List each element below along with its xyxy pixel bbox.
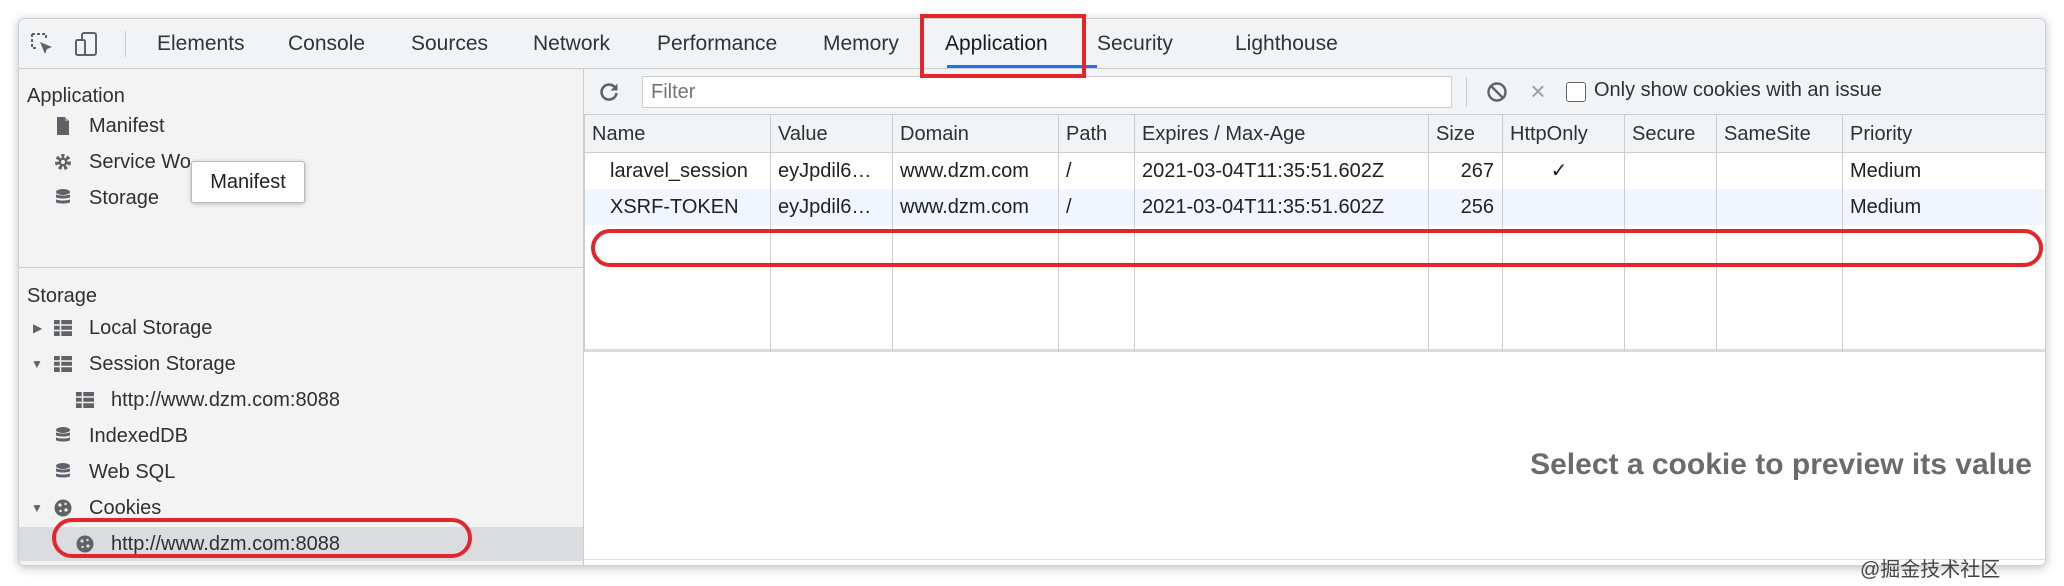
cell-path: / (1066, 160, 1072, 182)
inspect-element-icon[interactable] (29, 31, 55, 57)
collapse-arrow-icon[interactable]: ▼ (31, 491, 43, 525)
column-header-name[interactable]: Name (592, 115, 645, 153)
sidebar-item-label: Web SQL (89, 461, 176, 483)
table-row[interactable]: laravel_session eyJpdil6… www.dzm.com / … (584, 153, 2045, 189)
column-header-httponly[interactable]: HttpOnly (1510, 115, 1588, 153)
column-divider (584, 115, 585, 352)
tab-sources[interactable]: Sources (411, 19, 488, 69)
tab-security[interactable]: Security (1097, 19, 1173, 69)
toolbar-separator (125, 31, 126, 57)
sidebar-item-web-sql[interactable]: Web SQL (19, 455, 583, 489)
column-header-path[interactable]: Path (1066, 115, 1107, 153)
cookie-preview-placeholder: Select a cookie to preview its value (1530, 448, 2032, 481)
only-issue-label: Only show cookies with an issue (1594, 79, 1882, 101)
annotation-highlight-cookie-origin (52, 518, 472, 558)
tab-memory[interactable]: Memory (823, 19, 899, 69)
column-header-samesite[interactable]: SameSite (1724, 115, 1811, 153)
table-icon (76, 392, 94, 408)
cookie-icon (54, 499, 72, 517)
tab-lighthouse[interactable]: Lighthouse (1235, 19, 1338, 69)
panel-bottom-border (584, 559, 2045, 560)
only-issue-checkbox[interactable] (1566, 82, 1586, 102)
table-icon (54, 320, 72, 336)
tab-performance[interactable]: Performance (657, 19, 777, 69)
column-header-value[interactable]: Value (778, 115, 828, 153)
cell-secure (1632, 189, 1716, 225)
clear-all-icon[interactable] (1486, 81, 1508, 103)
cell-value: eyJpdil6… (778, 160, 872, 182)
application-sidebar: Application Manifest Service Wo Storage … (19, 69, 584, 565)
tab-console[interactable]: Console (288, 19, 365, 69)
database-icon (56, 427, 70, 442)
sidebar-item-label: Session Storage (89, 353, 236, 375)
delete-selected-icon[interactable]: × (1526, 78, 1550, 104)
column-header-expires[interactable]: Expires / Max-Age (1142, 115, 1305, 153)
sidebar-item-label: IndexedDB (89, 425, 188, 447)
column-header-secure[interactable]: Secure (1632, 115, 1695, 153)
cell-priority: Medium (1850, 196, 1922, 218)
sidebar-item-indexeddb[interactable]: IndexedDB (19, 419, 583, 453)
cell-path: / (1066, 196, 1072, 218)
cell-domain: www.dzm.com (900, 160, 1029, 182)
cookies-toolbar: × Only show cookies with an issue (584, 69, 2045, 115)
sidebar-item-label: Storage (89, 187, 160, 209)
sidebar-item-session-storage[interactable]: ▼ Session Storage (19, 347, 583, 381)
toolbar-separator (1466, 77, 1467, 107)
sidebar-item-session-origin[interactable]: http://www.dzm.com:8088 (19, 383, 583, 417)
cookies-panel: × Only show cookies with an issue Name V… (584, 69, 2045, 565)
section-title-application: Application (27, 85, 125, 107)
file-icon (57, 117, 69, 135)
sidebar-item-local-storage[interactable]: ▶ Local Storage (19, 311, 583, 345)
device-toolbar-icon[interactable] (73, 31, 99, 57)
tooltip-manifest: Manifest (191, 161, 305, 203)
cell-priority: Medium (1850, 160, 1922, 182)
annotation-highlight-empty-row (591, 229, 2043, 267)
cell-name: XSRF-TOKEN (610, 196, 739, 218)
cell-httponly (1502, 189, 1616, 225)
database-icon (56, 463, 70, 478)
tab-network[interactable]: Network (533, 19, 610, 69)
cell-size: 256 (1460, 196, 1494, 218)
cell-size: 267 (1460, 160, 1494, 182)
refresh-icon[interactable] (598, 81, 620, 103)
column-header-priority[interactable]: Priority (1850, 115, 1912, 153)
cell-samesite (1724, 189, 1842, 225)
gear-icon (55, 154, 71, 170)
tab-elements[interactable]: Elements (157, 19, 245, 69)
annotation-highlight-application-tab (920, 14, 1086, 78)
cell-value: eyJpdil6… (778, 196, 872, 218)
sidebar-divider (19, 267, 583, 268)
cell-name: laravel_session (610, 160, 748, 182)
sidebar-item-label: Service Wo (89, 151, 191, 173)
cell-expires: 2021-03-04T11:35:51.602Z (1142, 196, 1385, 218)
watermark-text: @掘金技术社区 (1860, 559, 2001, 581)
expand-arrow-icon[interactable]: ▶ (33, 311, 42, 345)
cell-domain: www.dzm.com (900, 196, 1029, 218)
table-icon (54, 356, 72, 372)
cell-samesite (1724, 153, 1842, 189)
sidebar-item-manifest[interactable]: Manifest (19, 109, 583, 143)
section-title-storage: Storage (27, 285, 98, 307)
sidebar-item-label: Local Storage (89, 317, 213, 339)
column-header-domain[interactable]: Domain (900, 115, 969, 153)
cell-secure (1632, 153, 1716, 189)
column-header-size[interactable]: Size (1436, 115, 1475, 153)
table-header: Name Value Domain Path Expires / Max-Age… (584, 115, 2045, 153)
sidebar-item-label: http://www.dzm.com:8088 (111, 389, 340, 411)
collapse-arrow-icon[interactable]: ▼ (31, 347, 43, 381)
table-row[interactable]: XSRF-TOKEN eyJpdil6… www.dzm.com / 2021-… (584, 189, 2045, 225)
sidebar-item-label: Manifest (89, 115, 165, 137)
filter-input[interactable] (642, 76, 1452, 108)
cell-expires: 2021-03-04T11:35:51.602Z (1142, 160, 1385, 182)
database-icon (56, 189, 70, 204)
devtools-window: Elements Console Sources Network Perform… (18, 18, 2046, 566)
cell-httponly: ✓ (1550, 160, 1568, 182)
